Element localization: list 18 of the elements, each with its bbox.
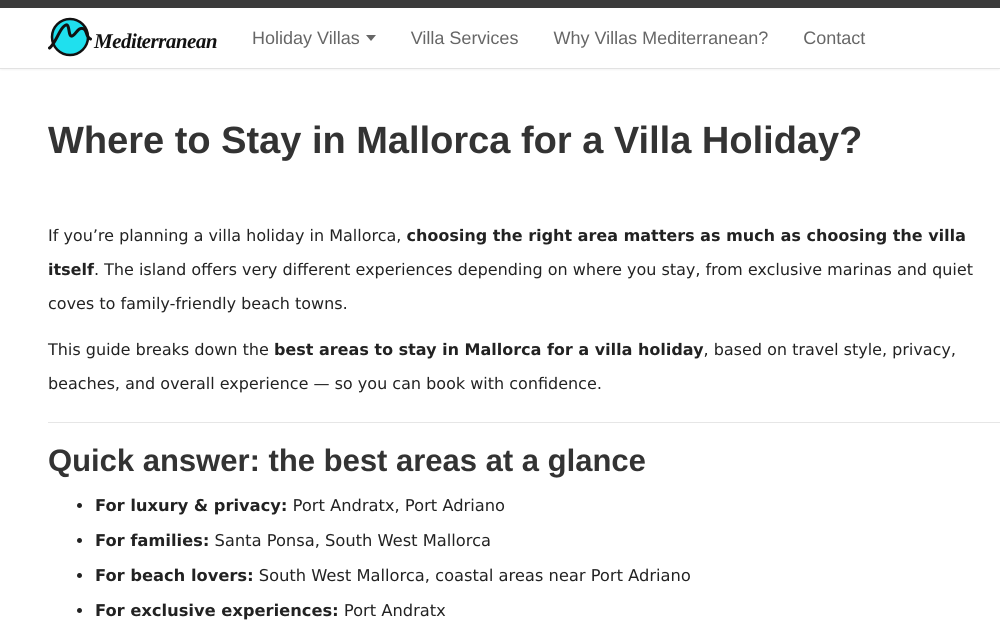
bullet-icon — [77, 608, 82, 613]
bullet-icon — [77, 503, 82, 508]
bullet-icon — [77, 538, 82, 543]
bullet-icon — [77, 573, 82, 578]
nav-link[interactable]: Why Villas Mediterranean? — [553, 27, 768, 49]
paragraph: This guide breaks down the best areas to stay in Mallorca for a villa holiday, based on travel style, privacy, beaches, and overall experience — so you can book with confidence. — [48, 339, 957, 395]
nav-link[interactable]: Contact — [803, 27, 866, 49]
section-heading: Quick answer: the best areas at a glance — [48, 442, 647, 480]
list-item: For exclusive experiences: Port Andratx — [95, 601, 446, 620]
page-title: Where to Stay in Mallorca for a Villa Holiday? — [48, 119, 864, 164]
paragraph: If you’re planning a villa holiday in Mallorca, choosing the right area matters as much as choosing the villa itself. The island offers very different experiences depending on where you stay, from exclusive marinas and quiet coves to family-friendly beach towns. — [48, 225, 974, 315]
list-item: For beach lovers: South West Mallorca, coastal areas near Port Adriano — [95, 566, 691, 585]
list-item: For families: Santa Ponsa, South West Mallorca — [95, 531, 492, 550]
wave-circle-icon — [48, 17, 92, 57]
logo-link[interactable]: Mediterranean — [48, 17, 220, 59]
nav-link[interactable]: Villa Services — [410, 27, 518, 49]
nav-link[interactable]: Holiday Villas — [252, 27, 376, 49]
list-item: For luxury & privacy: Port Andratx, Port Adriano — [95, 496, 506, 515]
